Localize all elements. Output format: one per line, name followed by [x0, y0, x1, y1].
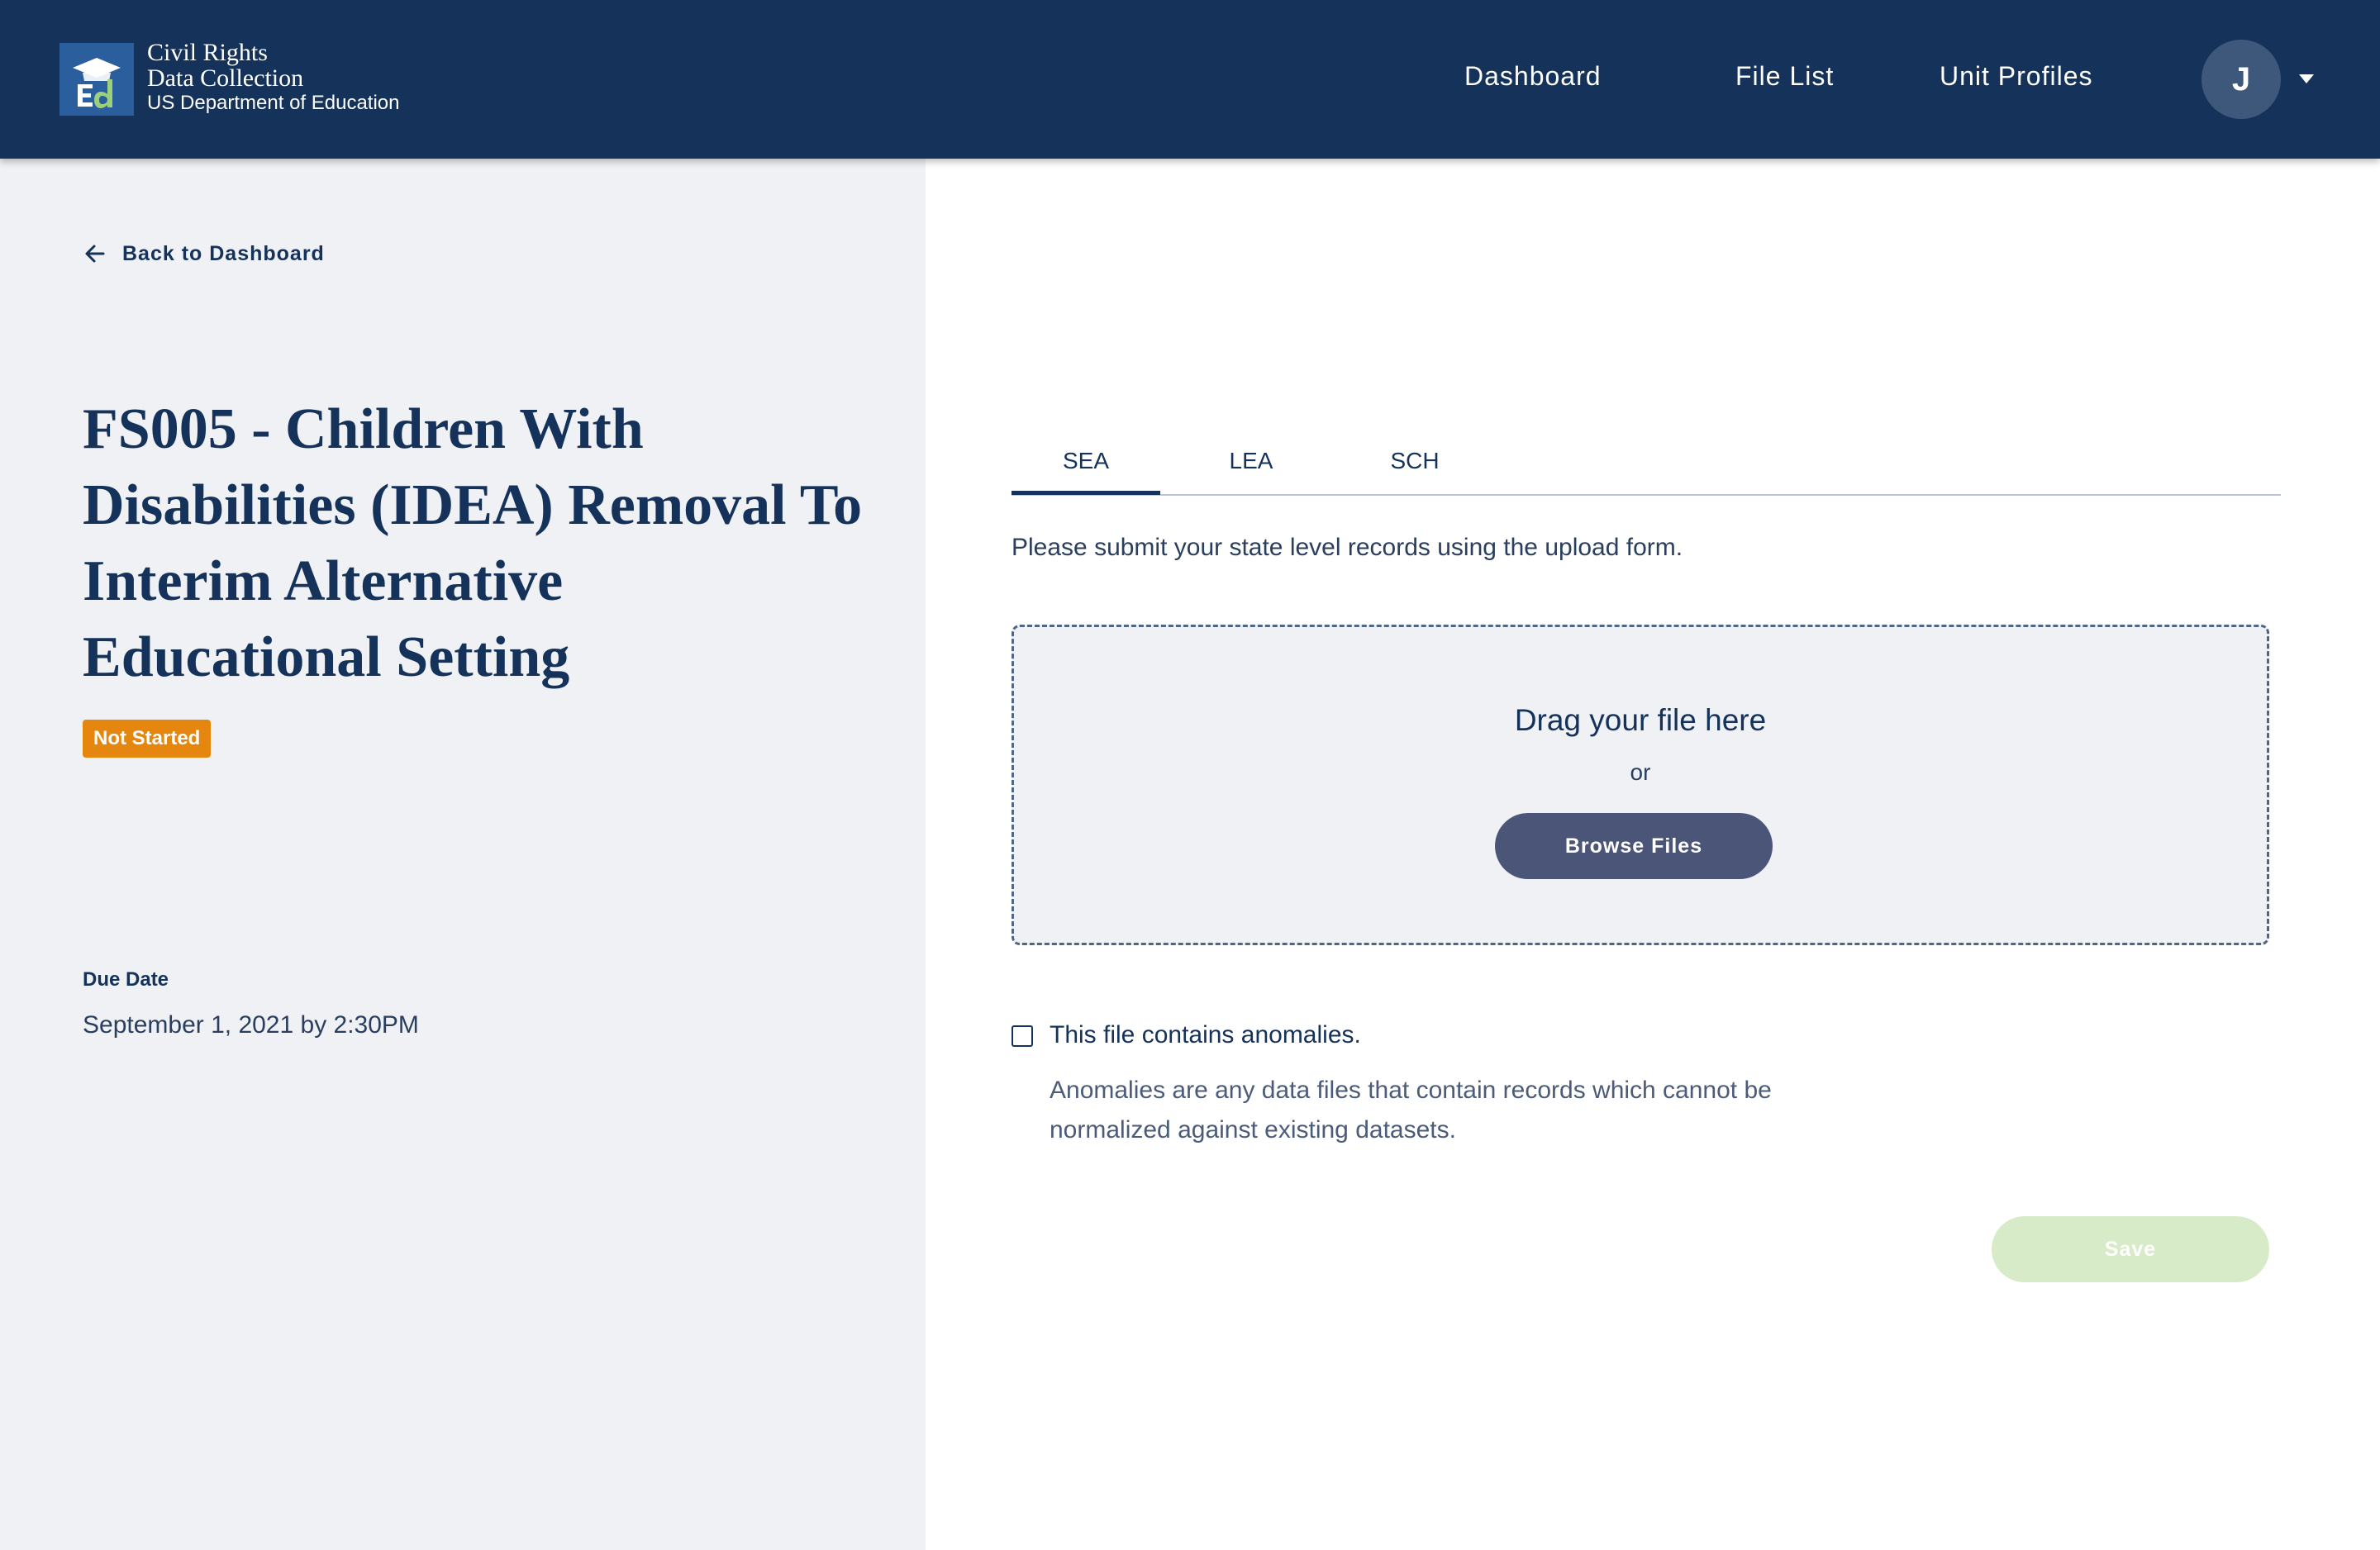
tab-sch[interactable]: SCH	[1340, 448, 1489, 474]
due-date-value: September 1, 2021 by 2:30PM	[83, 1011, 419, 1039]
graduation-cap-icon	[60, 43, 134, 116]
arrow-left-icon	[85, 245, 105, 263]
drop-or-text: or	[1630, 759, 1651, 785]
ed-logo-icon[interactable]	[60, 43, 134, 116]
upload-instruction: Please submit your state level records u…	[1011, 534, 1683, 561]
nav-unit-profiles[interactable]: Unit Profiles	[1940, 61, 2093, 92]
level-tabs: SEA LEA SCH	[1011, 430, 2281, 496]
nav-file-list[interactable]: File List	[1735, 61, 1834, 92]
nav-dashboard[interactable]: Dashboard	[1464, 61, 1602, 92]
back-to-dashboard-link[interactable]: Back to Dashboard	[83, 241, 325, 266]
status-badge: Not Started	[83, 720, 212, 758]
page-title: FS005 - Children With Disabilities (IDEA…	[83, 397, 863, 689]
anomalies-label[interactable]: This file contains anomalies.	[1050, 1021, 1361, 1049]
brand-title: Civil Rights Data Collection US Departme…	[147, 40, 400, 116]
caret-down-icon[interactable]	[2299, 74, 2314, 83]
brand-line-3: US Department of Education	[147, 92, 400, 114]
back-link-label: Back to Dashboard	[122, 241, 325, 265]
user-avatar[interactable]: J	[2202, 40, 2281, 119]
active-tab-indicator	[1011, 491, 1160, 495]
anomalies-checkbox[interactable]	[1011, 1025, 1033, 1047]
browse-files-button[interactable]: Browse Files	[1495, 813, 1773, 879]
brand-line-2: Data Collection	[147, 64, 304, 92]
tab-sea[interactable]: SEA	[1011, 448, 1160, 474]
save-button[interactable]: Save	[1992, 1216, 2269, 1282]
tab-lea[interactable]: LEA	[1177, 448, 1326, 474]
brand-line-1: Civil Rights	[147, 39, 268, 66]
anomalies-description: Anomalies are any data files that contai…	[1050, 1077, 1772, 1143]
file-dropzone[interactable]: Drag your file here or Browse Files	[1011, 625, 2269, 945]
due-date-label: Due Date	[83, 968, 169, 991]
file-details-panel: Back to Dashboard FS005 - Children With …	[0, 159, 926, 1550]
top-nav-bar: Civil Rights Data Collection US Departme…	[0, 0, 2380, 159]
drop-title: Drag your file here	[1514, 703, 1767, 737]
